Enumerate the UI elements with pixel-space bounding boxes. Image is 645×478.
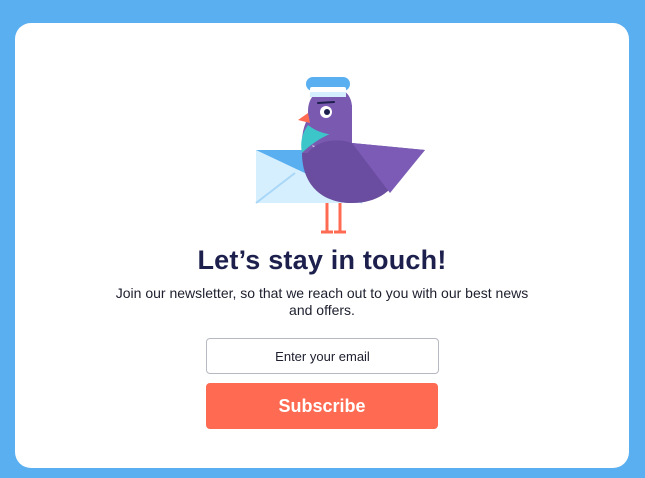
pigeon-cap-icon xyxy=(306,77,350,97)
newsletter-description: Join our newsletter, so that we reach ou… xyxy=(115,285,529,318)
newsletter-card: Let’s stay in touch! Join our newsletter… xyxy=(15,23,629,468)
page-title: Let’s stay in touch! xyxy=(197,245,447,275)
pigeon-legs xyxy=(321,203,346,234)
pigeon-beak xyxy=(298,113,310,123)
email-field[interactable] xyxy=(206,338,439,374)
pigeon-mail-carrier-illustration xyxy=(255,77,425,234)
subscribe-button[interactable]: Subscribe xyxy=(206,383,438,429)
